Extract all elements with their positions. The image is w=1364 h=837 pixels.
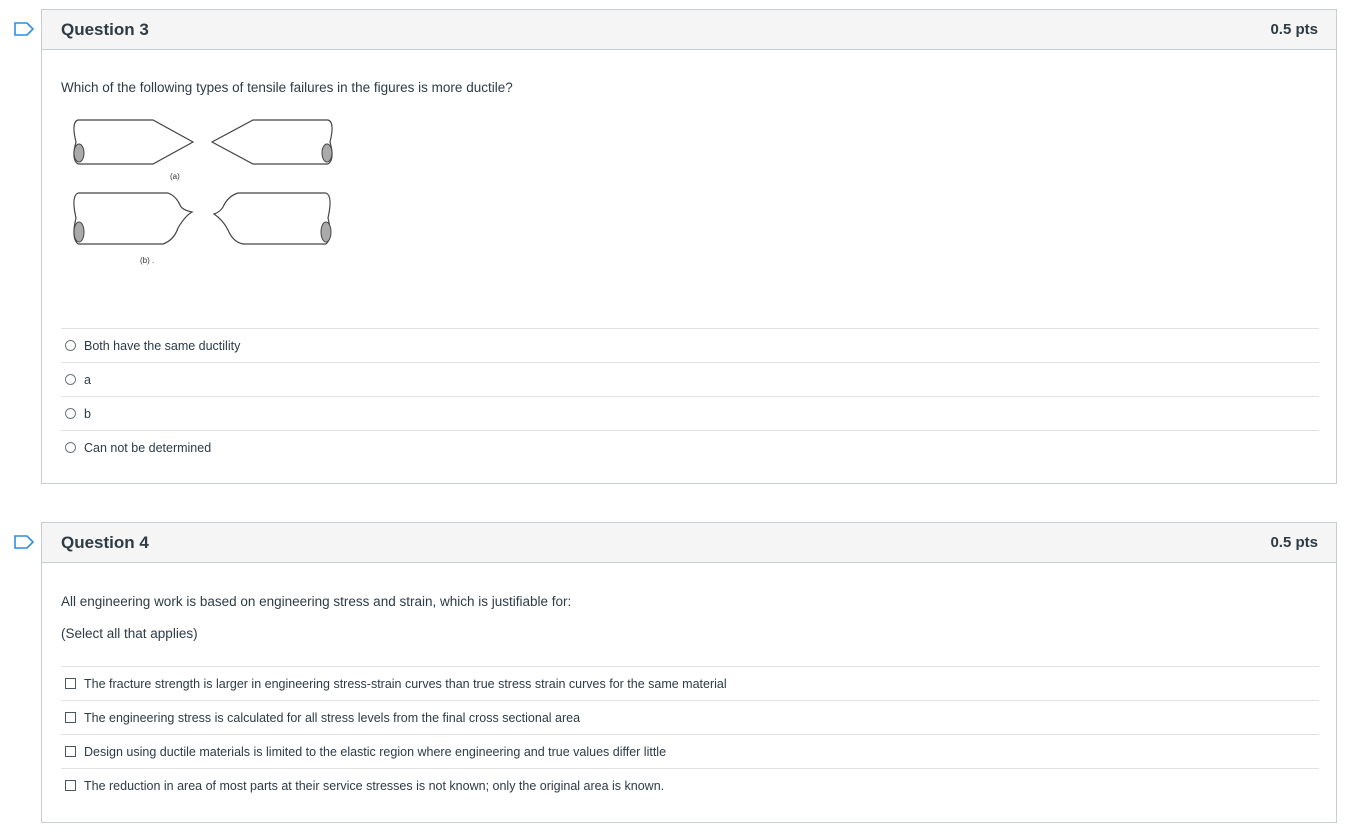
answer-label: Design using ductile materials is limite…: [84, 744, 667, 759]
checkbox[interactable]: [65, 712, 76, 723]
answer-option[interactable]: Design using ductile materials is limite…: [61, 734, 1319, 768]
checkbox[interactable]: [65, 678, 76, 689]
question-header: Question 4 0.5 pts: [42, 523, 1336, 563]
figure-label-b: (b) .: [140, 256, 154, 265]
question-subtext: (Select all that applies): [61, 626, 198, 641]
flag-question-icon[interactable]: [14, 22, 34, 36]
question-header: Question 3 0.5 pts: [42, 10, 1336, 50]
figure-label-a: (a): [170, 172, 180, 181]
question-text: All engineering work is based on enginee…: [61, 594, 572, 609]
answer-list: Both have the same ductility a b Can not…: [61, 328, 1319, 464]
question-title: Question 3: [61, 19, 149, 39]
answer-option[interactable]: b: [61, 396, 1319, 430]
answer-label: Can not be determined: [84, 440, 212, 455]
question-3-card: Question 3 0.5 pts Which of the followin…: [41, 9, 1337, 484]
radio-button[interactable]: [65, 442, 76, 453]
checkbox[interactable]: [65, 746, 76, 757]
radio-button[interactable]: [65, 408, 76, 419]
question-text: Which of the following types of tensile …: [61, 80, 513, 95]
answer-option[interactable]: Can not be determined: [61, 430, 1319, 464]
answer-label: Both have the same ductility: [84, 338, 241, 353]
answer-label: The engineering stress is calculated for…: [84, 710, 581, 725]
question-points: 0.5 pts: [1270, 21, 1318, 38]
flag-question-icon[interactable]: [14, 535, 34, 549]
checkbox[interactable]: [65, 780, 76, 791]
answer-option[interactable]: a: [61, 362, 1319, 396]
answer-label: b: [84, 406, 91, 421]
tensile-failure-figure: (a) (b) .: [73, 119, 333, 265]
answer-option[interactable]: The engineering stress is calculated for…: [61, 700, 1319, 734]
answer-label: The reduction in area of most parts at t…: [84, 778, 665, 793]
question-title: Question 4: [61, 532, 149, 552]
answer-label: a: [84, 372, 91, 387]
question-4-card: Question 4 0.5 pts All engineering work …: [41, 522, 1337, 823]
question-points: 0.5 pts: [1270, 534, 1318, 551]
answer-option[interactable]: The fracture strength is larger in engin…: [61, 666, 1319, 700]
answer-label: The fracture strength is larger in engin…: [84, 676, 727, 691]
answer-option[interactable]: Both have the same ductility: [61, 328, 1319, 362]
answer-option[interactable]: The reduction in area of most parts at t…: [61, 768, 1319, 802]
radio-button[interactable]: [65, 374, 76, 385]
answer-list: The fracture strength is larger in engin…: [61, 666, 1319, 802]
radio-button[interactable]: [65, 340, 76, 351]
